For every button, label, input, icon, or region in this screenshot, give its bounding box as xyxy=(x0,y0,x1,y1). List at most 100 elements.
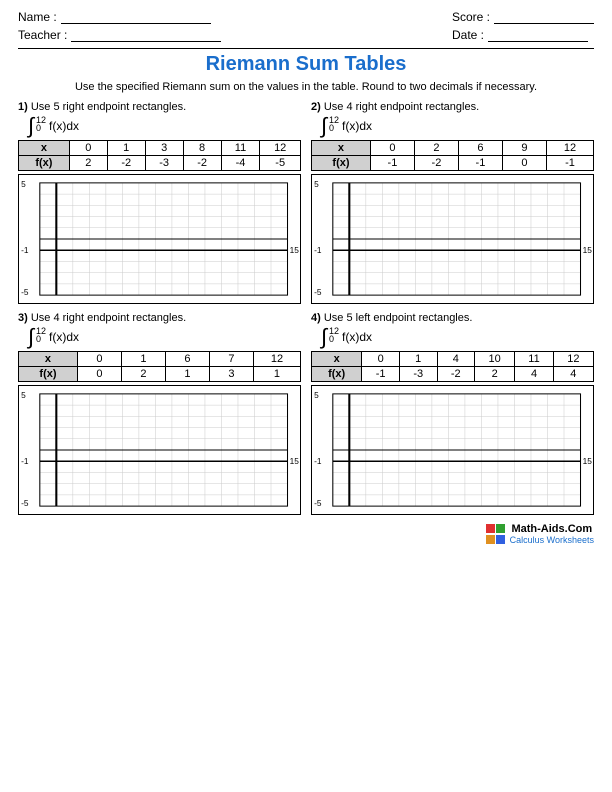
teacher-label: Teacher : xyxy=(18,28,67,42)
table-cell: -2 xyxy=(107,156,145,171)
table-cell: 4 xyxy=(437,352,475,367)
table-cell: -2 xyxy=(437,367,475,382)
svg-text:-1: -1 xyxy=(314,246,322,255)
table-cell: -5 xyxy=(260,156,301,171)
problem-3: 3) Use 4 right endpoint rectangles. ∫ 12… xyxy=(18,312,301,515)
svg-text:15: 15 xyxy=(583,246,593,255)
teacher-input-line xyxy=(71,28,221,42)
problem-1-header: 1) Use 5 right endpoint rectangles. xyxy=(18,101,301,113)
problem-2-graph: 5-1-515 xyxy=(311,174,594,304)
problem-4-integral: ∫ 12 0 f(x)dx xyxy=(321,326,594,348)
integral-symbol: ∫ xyxy=(28,326,34,348)
problem-2: 2) Use 4 right endpoint rectangles. ∫ 12… xyxy=(311,101,594,304)
table-cell: 12 xyxy=(553,352,593,367)
table-cell: 0 xyxy=(69,141,107,156)
svg-text:15: 15 xyxy=(290,457,300,466)
integral-expr: f(x)dx xyxy=(49,119,79,133)
table-cell: 1 xyxy=(165,367,209,382)
svg-text:-5: -5 xyxy=(314,288,322,297)
table-cell: 2 xyxy=(475,367,515,382)
integral-limits: 12 0 xyxy=(36,326,46,344)
footer: Math-Aids.Com Calculus Worksheets xyxy=(18,523,594,545)
table-cell: 12 xyxy=(253,352,300,367)
table-cell: f(x) xyxy=(312,367,362,382)
score-input-line xyxy=(494,10,594,24)
integral-limits: 12 0 xyxy=(329,115,339,133)
score-label: Score : xyxy=(452,10,490,24)
table-cell: 6 xyxy=(165,352,209,367)
svg-text:-1: -1 xyxy=(21,246,29,255)
table-cell: 12 xyxy=(546,141,593,156)
table-cell: -3 xyxy=(145,156,183,171)
svg-text:-1: -1 xyxy=(21,457,29,466)
table-cell: 10 xyxy=(475,352,515,367)
table-cell: x xyxy=(312,141,371,156)
table-cell: 4 xyxy=(515,367,553,382)
problem-4: 4) Use 5 left endpoint rectangles. ∫ 12 … xyxy=(311,312,594,515)
problem-4-table: x014101112f(x)-1-3-2244 xyxy=(311,351,594,382)
site-sub: Calculus Worksheets xyxy=(510,535,594,545)
problem-3-header: 3) Use 4 right endpoint rectangles. xyxy=(18,312,301,324)
page-title: Riemann Sum Tables xyxy=(18,53,594,76)
integral-expr: f(x)dx xyxy=(49,330,79,344)
name-label: Name : xyxy=(18,10,57,24)
table-cell: -2 xyxy=(183,156,221,171)
table-cell: 11 xyxy=(515,352,553,367)
logo-icon xyxy=(486,524,506,544)
table-cell: 4 xyxy=(553,367,593,382)
svg-text:15: 15 xyxy=(583,457,593,466)
svg-text:-5: -5 xyxy=(21,288,29,297)
table-cell: 0 xyxy=(77,352,121,367)
table-cell: -1 xyxy=(458,156,502,171)
name-input-line xyxy=(61,10,211,24)
table-cell: 2 xyxy=(414,141,458,156)
table-cell: 8 xyxy=(183,141,221,156)
table-cell: 6 xyxy=(458,141,502,156)
table-cell: 0 xyxy=(362,352,400,367)
date-label: Date : xyxy=(452,28,484,42)
svg-text:5: 5 xyxy=(21,180,26,189)
integral-symbol: ∫ xyxy=(28,115,34,137)
problem-1-graph: 5 -1 -5 15 xyxy=(18,174,301,304)
problem-2-integral: ∫ 12 0 f(x)dx xyxy=(321,115,594,137)
integral-expr: f(x)dx xyxy=(342,330,372,344)
integral-symbol: ∫ xyxy=(321,326,327,348)
table-cell: 11 xyxy=(221,141,260,156)
table-cell: 1 xyxy=(121,352,165,367)
instructions: Use the specified Riemann sum on the val… xyxy=(18,81,594,93)
table-cell: f(x) xyxy=(19,367,78,382)
svg-text:15: 15 xyxy=(290,246,300,255)
svg-text:5: 5 xyxy=(21,391,26,400)
problem-2-table: x026912f(x)-1-2-10-1 xyxy=(311,140,594,171)
table-cell: -4 xyxy=(221,156,260,171)
table-cell: x xyxy=(312,352,362,367)
table-cell: 0 xyxy=(502,156,546,171)
table-cell: x xyxy=(19,352,78,367)
integral-symbol: ∫ xyxy=(321,115,327,137)
header: Name : Teacher : Score : Date : xyxy=(18,10,594,42)
problem-1-table: x01381112f(x)2-2-3-2-4-5 xyxy=(18,140,301,171)
table-cell: 1 xyxy=(399,352,437,367)
table-cell: 1 xyxy=(253,367,300,382)
header-divider xyxy=(18,48,594,49)
problem-4-graph: 5-1-515 xyxy=(311,385,594,515)
svg-text:-5: -5 xyxy=(314,499,322,508)
problem-2-header: 2) Use 4 right endpoint rectangles. xyxy=(311,101,594,113)
svg-text:5: 5 xyxy=(314,391,319,400)
table-cell: 3 xyxy=(145,141,183,156)
table-cell: 1 xyxy=(107,141,145,156)
problem-4-header: 4) Use 5 left endpoint rectangles. xyxy=(311,312,594,324)
problem-1: 1) Use 5 right endpoint rectangles. ∫ 12… xyxy=(18,101,301,304)
problem-1-integral: ∫ 12 0 f(x)dx xyxy=(28,115,301,137)
table-cell: 9 xyxy=(502,141,546,156)
integral-expr: f(x)dx xyxy=(342,119,372,133)
table-cell: 0 xyxy=(370,141,414,156)
table-cell: -1 xyxy=(546,156,593,171)
table-cell: f(x) xyxy=(19,156,70,171)
svg-text:-5: -5 xyxy=(21,499,29,508)
table-cell: -2 xyxy=(414,156,458,171)
integral-limits: 12 0 xyxy=(329,326,339,344)
table-cell: -1 xyxy=(370,156,414,171)
problem-3-table: x016712f(x)02131 xyxy=(18,351,301,382)
table-cell: 7 xyxy=(209,352,253,367)
